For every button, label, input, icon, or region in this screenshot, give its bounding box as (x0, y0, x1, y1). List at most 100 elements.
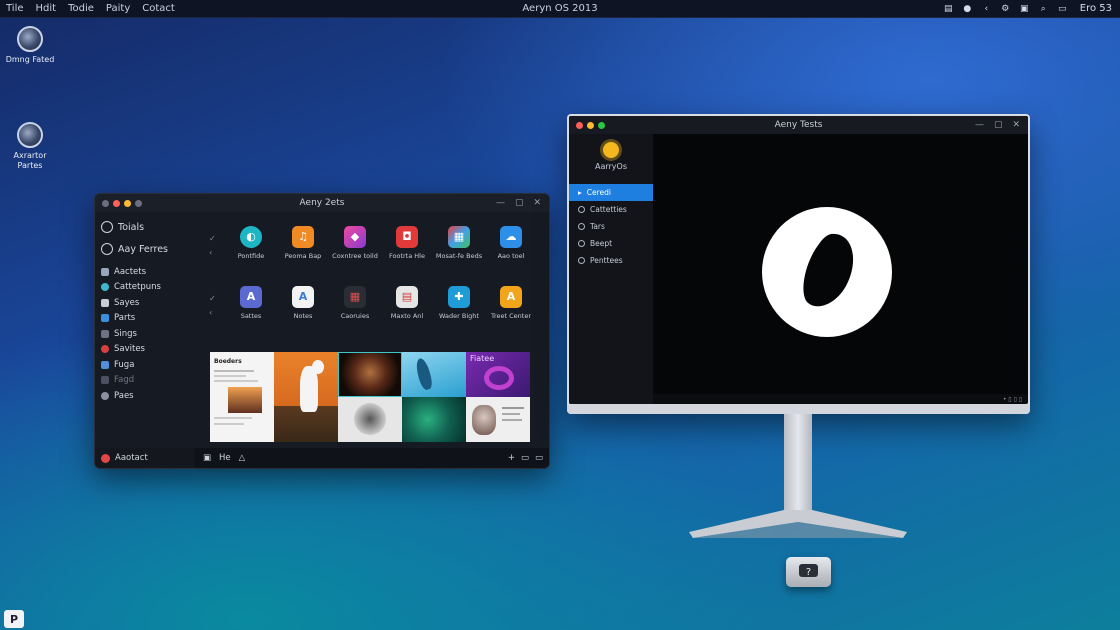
nav-item-beept[interactable]: Beept (569, 235, 653, 252)
sidebar-item-aactets[interactable]: Aactets (101, 264, 194, 280)
thumbnail-lens[interactable] (338, 397, 402, 442)
tag-icon (101, 329, 109, 338)
statusbar-label[interactable]: He (219, 453, 231, 463)
sidebar-item-sings[interactable]: Sings (101, 326, 194, 342)
menu-party[interactable]: Paity (106, 3, 130, 14)
thumbnail-document[interactable]: Boeders (210, 352, 274, 442)
app-logo-icon (762, 207, 892, 337)
panel-icon[interactable]: ▣ (203, 453, 211, 463)
desktop-icon-2[interactable]: Axrartor Partes (0, 122, 60, 171)
chevron-left-icon[interactable]: ‹ (209, 248, 212, 257)
app-tile[interactable]: A Sattes (225, 272, 277, 332)
shape-icon: ◆ (344, 226, 366, 248)
plus-icon: ✚ (448, 286, 470, 308)
sidebar-item-parts[interactable]: Parts (101, 311, 194, 327)
menu-tools[interactable]: Todie (68, 3, 94, 14)
thumbnail-cat[interactable] (274, 352, 338, 442)
battery-icon[interactable]: ▣ (1019, 3, 1030, 14)
nav-label: Beept (590, 239, 613, 248)
monitor-icon[interactable]: ▭ (1057, 3, 1068, 14)
app-label: Wader Bight (439, 312, 479, 320)
thumbnail-portrait[interactable] (466, 397, 530, 442)
nav-item-tars[interactable]: Tars (569, 218, 653, 235)
thumbnail-octopus[interactable]: Fiatee (466, 352, 530, 397)
statusbar-toolbar: ▣ He △ + ▭ ▭ (195, 448, 549, 468)
chevron-icon[interactable]: ✓ (209, 294, 216, 303)
thumbnail-coral[interactable] (402, 397, 466, 442)
nav-item-cattetties[interactable]: Cattetties (569, 201, 653, 218)
brand: AarryOs (569, 134, 653, 184)
drive-icon: ? (799, 564, 818, 578)
user-icon[interactable]: ● (962, 3, 973, 14)
window-titlebar[interactable]: Aeny 2ets — ▢ ✕ (95, 194, 549, 212)
chevron-left-icon[interactable]: ‹ (981, 3, 992, 14)
window-sidebar: Toials Aay Ferres Aactets Cattetpuns Say… (95, 212, 200, 448)
system-tray: ▤ ● ‹ ⚙ ▣ ⌕ ▭ Ero 53 (943, 3, 1120, 14)
add-icon[interactable]: + (508, 453, 515, 463)
chevron-left-icon[interactable]: ‹ (209, 308, 212, 317)
app-tile[interactable]: ▦ Caoruies (329, 272, 381, 332)
app-icon: ◐ (240, 226, 262, 248)
app-label: Caoruies (340, 312, 370, 320)
view-icon[interactable]: ▭ (521, 453, 529, 463)
thumbnail-doc-title: Boeders (214, 358, 242, 365)
nav-label: Cattetties (590, 205, 627, 214)
sidebar-item-label: Savites (114, 344, 145, 355)
desktop-icon-1[interactable]: Dmng Fated (0, 26, 60, 65)
app-tile[interactable]: ◆ Coxntree toild (329, 212, 381, 272)
letter-a-icon: A (500, 286, 522, 308)
nav-label: Ceredi (586, 188, 611, 197)
app-tile[interactable]: ✚ Wader Bight (433, 272, 485, 332)
sidebar-item-tools[interactable]: Toials (101, 216, 194, 238)
monitor: Aeny Tests — ▢ ✕ AarryOs ▸ Ceredi Cattet… (567, 114, 1030, 414)
sidebar-item-label: Fagd (114, 375, 135, 386)
sidebar-item-paes[interactable]: Paes (101, 388, 194, 404)
sidebar-item-fuga[interactable]: Fuga (101, 357, 194, 373)
grid-icon (101, 267, 109, 276)
thumbnail-gallery: Boeders Fiatee (210, 352, 530, 442)
app-tile[interactable]: ☁ Aao toel (485, 212, 537, 272)
thumbnail-dolphin[interactable] (402, 352, 466, 397)
bell-icon[interactable]: △ (239, 453, 246, 463)
nav-item-penttees[interactable]: Penttees (569, 252, 653, 269)
monitor-stand-base (689, 510, 907, 538)
record-icon (101, 345, 109, 354)
menu-edit[interactable]: Hdit (36, 3, 57, 14)
app-tile[interactable]: ◘ Footrta Hle (381, 212, 433, 272)
sidebar-item-label: Cattetpuns (114, 282, 161, 293)
app-tile[interactable]: A Notes (277, 272, 329, 332)
menu-list: Tile Hdit Todie Paity Cotact (0, 3, 175, 14)
sidebar-item-sayes[interactable]: Sayes (101, 295, 194, 311)
sidebar-item-savites[interactable]: Savites (101, 342, 194, 358)
chevron-icon[interactable]: ✓ (209, 234, 216, 243)
monitor-window-titlebar[interactable]: Aeny Tests — ▢ ✕ (569, 116, 1028, 134)
settings-icon[interactable]: ⚙ (1000, 3, 1011, 14)
window-list-icon[interactable]: ▤ (943, 3, 954, 14)
app-tile[interactable]: ♫ Peoma Bap (277, 212, 329, 272)
sidebar-item-cattetpuns[interactable]: Cattetpuns (101, 280, 194, 296)
app-tile[interactable]: A Treet Center (485, 272, 537, 332)
layout-icon[interactable]: ▭ (535, 453, 543, 463)
thumbnail-turtle[interactable] (338, 352, 402, 397)
search-icon[interactable]: ⌕ (1038, 3, 1049, 14)
app-tile[interactable]: ▤ Maxto Anl (381, 272, 433, 332)
nav-item-ceredi[interactable]: ▸ Ceredi (569, 184, 653, 201)
app-tile[interactable]: ▦ Mosat-fe Beds (433, 212, 485, 272)
monitor-screen: Aeny Tests — ▢ ✕ AarryOs ▸ Ceredi Cattet… (569, 116, 1028, 404)
play-icon: ▸ (578, 188, 582, 197)
launcher-button[interactable]: P (4, 610, 24, 628)
sidebar-item-ferres[interactable]: Aay Ferres (101, 238, 194, 260)
app-library-window: Aeny 2ets — ▢ ✕ Toials Aay Ferres Aactet… (94, 193, 550, 469)
account-button[interactable]: Aaotact (95, 453, 195, 463)
sidebar-item-fagd[interactable]: Fagd (101, 373, 194, 389)
top-menu-bar: Tile Hdit Todie Paity Cotact Aeryn OS 20… (0, 0, 1120, 18)
menu-contact[interactable]: Cotact (142, 3, 175, 14)
circle-icon (578, 206, 585, 213)
circle-icon (578, 223, 585, 230)
app-label: Peoma Bap (284, 252, 322, 260)
avatar-icon (101, 453, 110, 463)
menu-file[interactable]: Tile (6, 3, 24, 14)
app-tile[interactable]: ◐ Pontfide (225, 212, 277, 272)
app-label: Sattes (240, 312, 262, 320)
menubar-clock[interactable]: Ero 53 (1080, 3, 1112, 14)
